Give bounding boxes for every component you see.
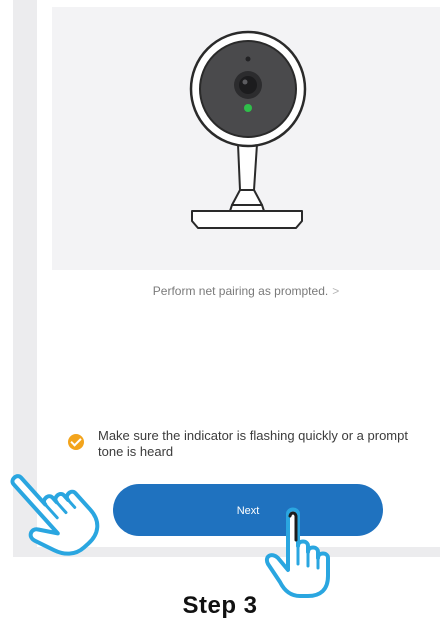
prompt-link-label: Perform net pairing as prompted. xyxy=(152,284,329,298)
indicator-confirm-label: Make sure the indicator is flashing quic… xyxy=(98,428,408,459)
tutorial-stage: Perform net pairing as prompted. > Make s… xyxy=(0,0,440,627)
net-pairing-prompt-link[interactable]: Perform net pairing as prompted. > xyxy=(52,284,440,298)
indicator-confirm-row: Make sure the indicator is flashing quic… xyxy=(68,428,418,460)
indicator-led xyxy=(244,104,252,112)
check-circle-icon[interactable] xyxy=(68,434,84,450)
camera-illustration-panel xyxy=(52,7,440,270)
pointing-hand-icon xyxy=(265,507,330,598)
security-camera-illustration xyxy=(189,30,307,229)
pointing-hand-icon xyxy=(10,474,100,556)
chevron-right-icon: > xyxy=(332,284,340,298)
step-caption: Step 3 xyxy=(182,592,258,619)
